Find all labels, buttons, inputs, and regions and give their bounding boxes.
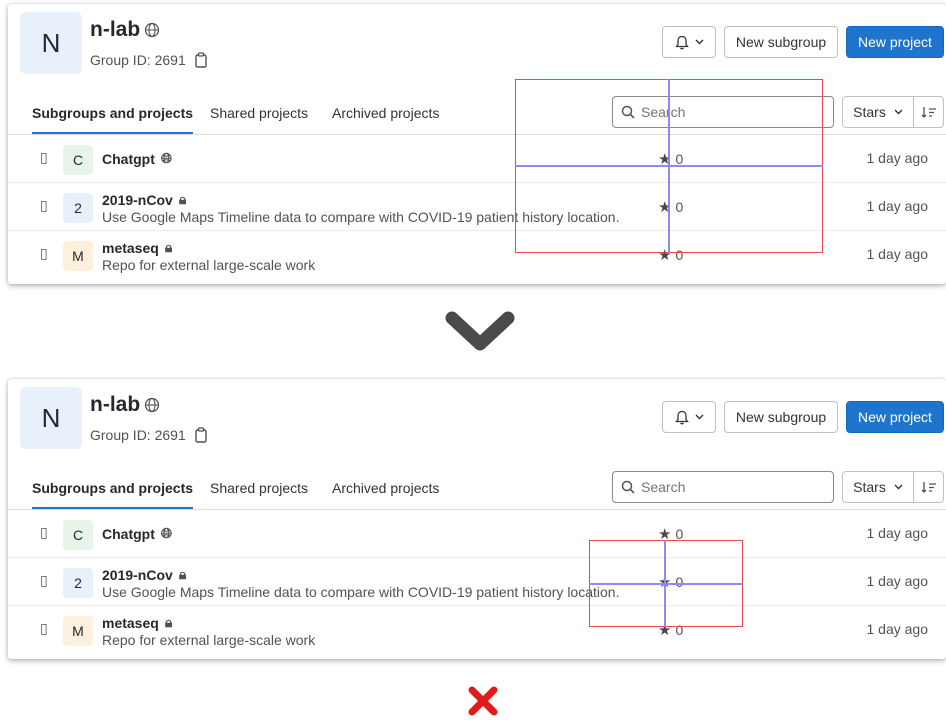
project-avatar: M — [63, 616, 93, 646]
tab-shared-projects[interactable]: Shared projects — [210, 467, 308, 509]
group-name[interactable]: n-lab — [90, 18, 160, 42]
subgroup-icon: ▯ — [40, 149, 48, 165]
updated-time: 1 day ago — [866, 150, 929, 166]
tab-archived-projects[interactable]: Archived projects — [332, 467, 439, 509]
tab-archived-projects[interactable]: Archived projects — [332, 92, 439, 134]
group-avatar: N — [20, 387, 82, 449]
chevron-down-icon — [695, 39, 703, 45]
tab-shared-projects[interactable]: Shared projects — [210, 92, 308, 134]
table-row[interactable]: ▯ C Chatgpt 🌐︎ ★ 0 1 day ago — [8, 510, 946, 558]
updated-time: 1 day ago — [866, 246, 929, 262]
project-name[interactable]: 2019-nCov 🔒︎ — [102, 191, 186, 208]
chevron-down-icon — [445, 311, 515, 351]
search-input[interactable]: Search — [612, 471, 834, 503]
sort-dropdown[interactable]: Stars — [842, 471, 914, 503]
lock-icon: 🔒︎ — [178, 566, 187, 582]
tab-bar: Subgroups and projects Shared projects A… — [8, 467, 608, 509]
project-name[interactable]: metaseq 🔒︎ — [102, 239, 172, 256]
project-icon: ▯ — [40, 197, 48, 213]
copy-id-icon[interactable] — [194, 427, 208, 443]
project-description: Use Google Maps Timeline data to compare… — [102, 584, 620, 600]
sort-lowest-icon — [921, 107, 936, 118]
project-avatar: M — [63, 241, 93, 271]
group-avatar: N — [20, 12, 82, 74]
copy-id-icon[interactable] — [194, 52, 208, 68]
new-subgroup-button[interactable]: New subgroup — [724, 401, 838, 433]
updated-time: 1 day ago — [866, 525, 929, 541]
sort-dropdown[interactable]: Stars — [842, 96, 914, 128]
cross-icon — [468, 686, 498, 716]
project-name[interactable]: Chatgpt 🌐︎ — [102, 525, 172, 542]
notification-dropdown[interactable] — [662, 26, 716, 58]
tab-subgroups-and-projects[interactable]: Subgroups and projects — [32, 467, 194, 509]
project-name[interactable]: Chatgpt 🌐︎ — [102, 150, 172, 167]
chevron-down-icon — [894, 484, 903, 490]
annotation-crosshair-horizontal — [515, 165, 823, 167]
screenshot-before: N n-lab Group ID: 2691 New subgroup New … — [8, 4, 946, 284]
updated-time: 1 day ago — [866, 198, 929, 214]
project-avatar: 2 — [63, 193, 93, 223]
new-subgroup-button[interactable]: New subgroup — [724, 26, 838, 58]
notification-dropdown[interactable] — [662, 401, 716, 433]
subgroup-icon: ▯ — [40, 524, 48, 540]
sort-direction-button[interactable] — [913, 96, 944, 128]
project-description: Repo for external large-scale work — [102, 632, 316, 648]
new-project-button[interactable]: New project — [846, 401, 944, 433]
table-row[interactable]: ▯ 2 2019-nCov 🔒︎ Use Google Maps Timeline… — [8, 558, 946, 606]
screenshot-after: N n-lab Group ID: 2691 New subgroup New … — [8, 379, 946, 659]
project-icon: ▯ — [40, 245, 48, 261]
annotation-crosshair-horizontal — [589, 583, 743, 585]
table-row[interactable]: ▯ M metaseq 🔒︎ Repo for external large-sc… — [8, 606, 946, 654]
updated-time: 1 day ago — [866, 573, 929, 589]
group-name[interactable]: n-lab — [90, 393, 160, 417]
globe-icon: 🌐︎ — [160, 525, 173, 541]
lock-icon: 🔒︎ — [178, 191, 187, 207]
project-icon: ▯ — [40, 572, 48, 588]
project-description: Repo for external large-scale work — [102, 257, 316, 273]
lock-icon: 🔒︎ — [164, 614, 173, 630]
project-avatar: C — [63, 520, 93, 550]
chevron-down-icon — [695, 414, 703, 420]
globe-icon: 🌐︎ — [160, 150, 173, 166]
project-name[interactable]: metaseq 🔒︎ — [102, 614, 172, 631]
search-icon — [621, 480, 635, 494]
sort-lowest-icon — [921, 482, 936, 493]
globe-icon — [145, 22, 160, 38]
group-id: Group ID: 2691 — [90, 52, 208, 68]
new-project-button[interactable]: New project — [846, 26, 944, 58]
chevron-down-icon — [894, 109, 903, 115]
project-icon: ▯ — [40, 620, 48, 636]
project-avatar: 2 — [63, 568, 93, 598]
tab-subgroups-and-projects[interactable]: Subgroups and projects — [32, 92, 194, 134]
project-avatar: C — [63, 145, 93, 175]
bell-icon — [674, 410, 689, 424]
project-name[interactable]: 2019-nCov 🔒︎ — [102, 566, 186, 583]
updated-time: 1 day ago — [866, 621, 929, 637]
sort-direction-button[interactable] — [913, 471, 944, 503]
globe-icon — [145, 397, 160, 413]
bell-icon — [674, 35, 689, 49]
lock-icon: 🔒︎ — [164, 239, 173, 255]
group-id: Group ID: 2691 — [90, 427, 208, 443]
